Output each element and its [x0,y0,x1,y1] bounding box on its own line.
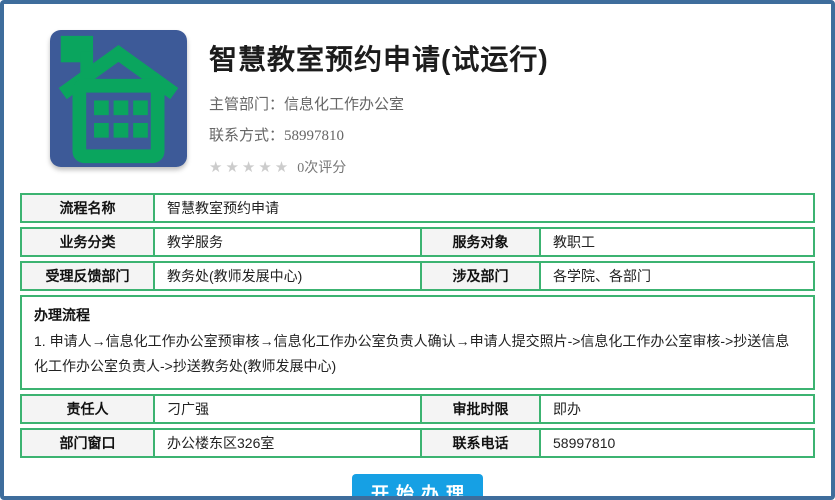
service-header: 智慧教室预约申请(试运行) 主管部门：信息化工作办公室 联系方式：5899781… [4,4,831,177]
process-flow-content: 1. 申请人→信息化工作办公室预审核→信息化工作办公室负责人确认→申请人提交照片… [34,329,801,379]
label-process-name: 流程名称 [20,193,155,223]
table-row-process-name: 流程名称 智慧教室预约申请 [20,193,815,223]
table-row-feedback-dept: 受理反馈部门 教务处(教师发展中心) 涉及部门 各学院、各部门 [20,261,815,291]
process-flow-title: 办理流程 [34,305,801,325]
table-row-category: 业务分类 教学服务 服务对象 教职工 [20,227,815,257]
label-involved-dept: 涉及部门 [420,261,541,291]
supervisor-dept-value: 信息化工作办公室 [284,97,404,113]
label-dept-window: 部门窗口 [20,428,155,458]
label-contact-phone: 联系电话 [420,428,541,458]
rating-count: 0次评分 [297,161,346,176]
process-flow-box: 办理流程 1. 申请人→信息化工作办公室预审核→信息化工作办公室负责人确认→申请… [20,295,815,390]
label-responsible-person: 责任人 [20,394,155,424]
value-approval-time-limit: 即办 [539,394,815,424]
contact-label: 联系方式： [209,128,284,144]
house-icon [50,30,187,167]
contact-value: 58997810 [284,128,344,144]
value-involved-dept: 各学院、各部门 [539,261,815,291]
label-feedback-dept: 受理反馈部门 [20,261,155,291]
service-header-info: 智慧教室预约申请(试运行) 主管部门：信息化工作办公室 联系方式：5899781… [209,30,549,177]
value-responsible-person: 刁广强 [153,394,422,424]
rating-stars-icon: ★★★★★ [209,159,291,176]
label-business-category: 业务分类 [20,227,155,257]
supervisor-dept-line: 主管部门：信息化工作办公室 [209,93,549,114]
smart-classroom-app-icon [50,30,187,167]
label-approval-time-limit: 审批时限 [420,394,541,424]
label-service-target: 服务对象 [420,227,541,257]
table-row-office-window: 部门窗口 办公楼东区326室 联系电话 58997810 [20,428,815,458]
value-process-name: 智慧教室预约申请 [153,193,815,223]
service-info-table: 流程名称 智慧教室预约申请 业务分类 教学服务 服务对象 教职工 受理反馈部门 … [20,193,815,458]
start-process-button[interactable]: 开始办理 [352,474,483,500]
value-contact-phone: 58997810 [539,428,815,458]
supervisor-dept-label: 主管部门： [209,97,284,113]
page-title: 智慧教室预约申请(试运行) [209,38,549,78]
value-business-category: 教学服务 [153,227,422,257]
value-service-target: 教职工 [539,227,815,257]
service-detail-card: 智慧教室预约申请(试运行) 主管部门：信息化工作办公室 联系方式：5899781… [0,0,835,500]
value-dept-window: 办公楼东区326室 [153,428,422,458]
value-feedback-dept: 教务处(教师发展中心) [153,261,422,291]
rating-line: ★★★★★ 0次评分 [209,157,549,177]
contact-line: 联系方式：58997810 [209,124,549,145]
table-row-responsible: 责任人 刁广强 审批时限 即办 [20,394,815,424]
